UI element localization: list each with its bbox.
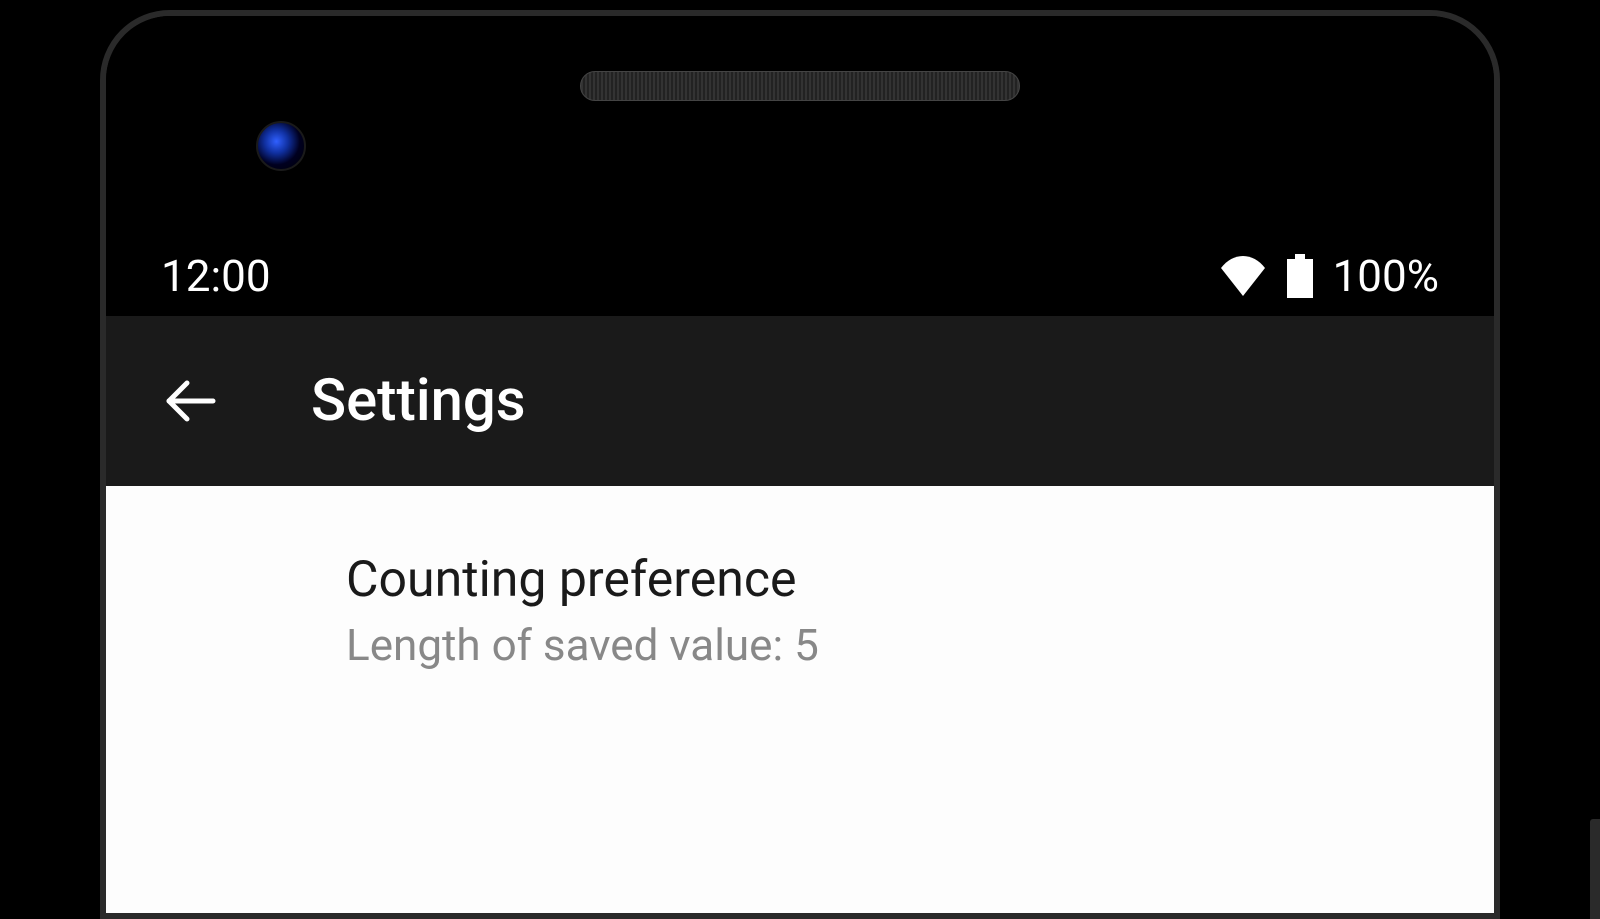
back-button[interactable] bbox=[161, 371, 221, 431]
battery-percent-label: 100% bbox=[1333, 250, 1439, 302]
phone-bezel-top bbox=[106, 16, 1494, 236]
speaker-grille bbox=[580, 71, 1020, 101]
pref-counting[interactable]: Counting preference Length of saved valu… bbox=[106, 531, 1494, 691]
camera-lens bbox=[256, 121, 306, 171]
arrow-left-icon bbox=[163, 373, 219, 429]
page-title: Settings bbox=[311, 367, 526, 435]
status-bar-right: 100% bbox=[1219, 250, 1439, 302]
status-bar-clock: 12:00 bbox=[161, 250, 271, 302]
phone-side-button bbox=[1590, 819, 1600, 919]
pref-counting-title: Counting preference bbox=[346, 551, 1254, 609]
app-bar: Settings bbox=[106, 316, 1494, 486]
battery-icon bbox=[1287, 254, 1313, 298]
phone-body: 12:00 100% bbox=[100, 10, 1500, 919]
status-bar: 12:00 100% bbox=[106, 236, 1494, 316]
pref-counting-summary: Length of saved value: 5 bbox=[346, 619, 1254, 671]
settings-list[interactable]: Counting preference Length of saved valu… bbox=[106, 486, 1494, 919]
phone-frame: 12:00 100% bbox=[0, 0, 1600, 919]
wifi-icon bbox=[1219, 256, 1267, 296]
